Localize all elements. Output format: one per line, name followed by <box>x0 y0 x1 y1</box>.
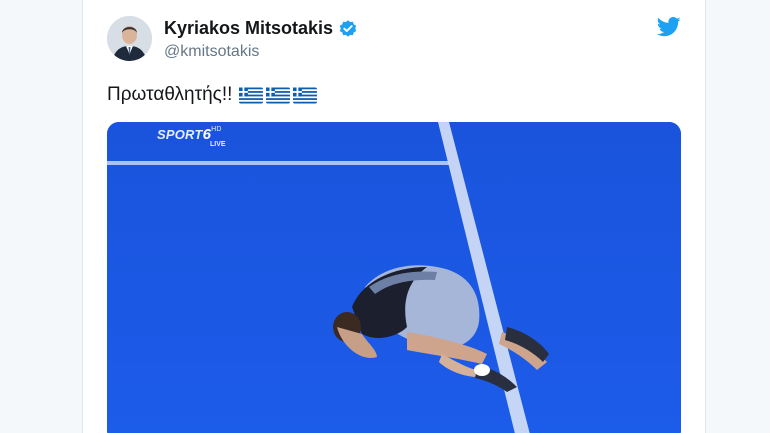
channel-hd: HD <box>211 126 222 133</box>
greek-flag-icon <box>239 87 264 104</box>
user-handle[interactable]: @kmitsotakis <box>164 43 259 61</box>
tweet-card: Kyriakos Mitsotakis @kmitsotakis Πρωταθλ… <box>82 0 706 433</box>
display-name[interactable]: Kyriakos Mitsotakis <box>164 18 333 39</box>
tweet-text-content: Πρωταθλητής!! <box>107 84 233 105</box>
profile-photo-icon <box>107 16 152 61</box>
author-name-row[interactable]: Kyriakos Mitsotakis <box>164 18 358 39</box>
twitter-bird-icon[interactable] <box>656 17 681 37</box>
tweet-text: Πρωταθλητής!! <box>107 84 318 106</box>
avatar[interactable] <box>107 16 152 61</box>
channel-logo-text: SPORT <box>157 127 203 142</box>
greek-flag-icon <box>293 87 318 104</box>
tennis-court-photo <box>107 122 681 433</box>
greek-flag-icon <box>266 87 291 104</box>
verified-badge-icon <box>338 19 358 39</box>
channel-live-label: LIVE <box>210 141 226 148</box>
emoji-flags <box>239 87 318 104</box>
tweet-media-image[interactable]: SPORT6HD LIVE <box>107 122 681 433</box>
